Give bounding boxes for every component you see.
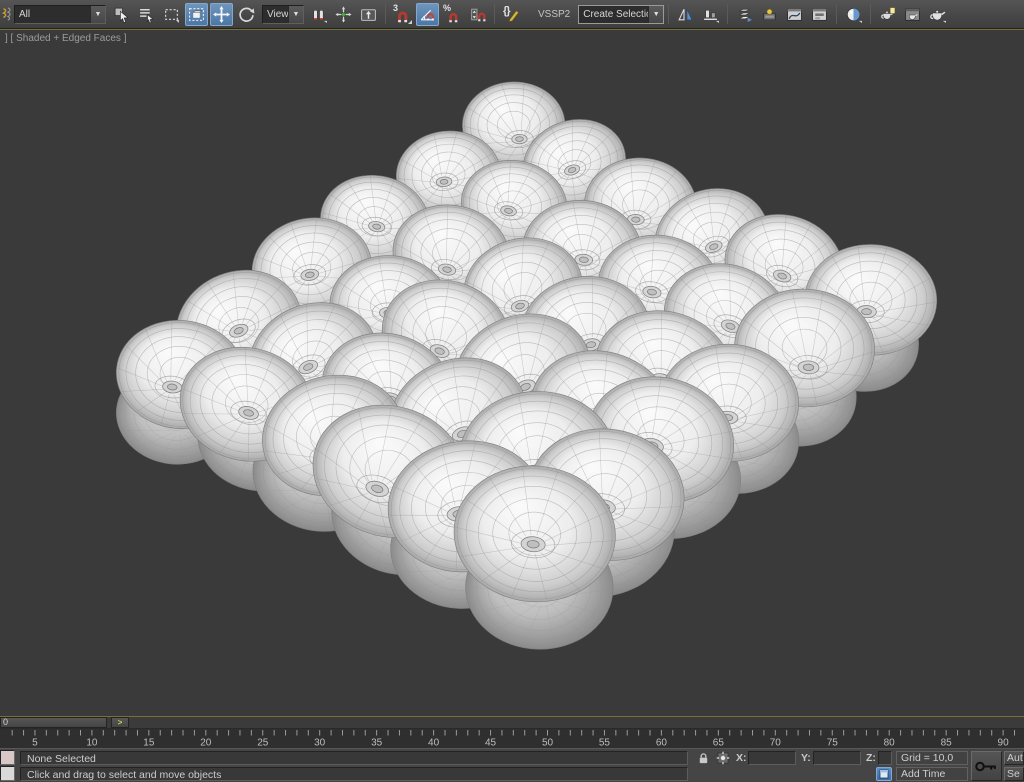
add-time-tag-button[interactable]: Add Time Tag xyxy=(896,767,968,781)
y-coordinate-label: Y: xyxy=(801,752,811,764)
schematic-view-button[interactable] xyxy=(808,3,831,26)
next-frame-button[interactable]: > xyxy=(111,717,129,728)
svg-text:50: 50 xyxy=(542,738,554,749)
svg-text:20: 20 xyxy=(200,738,212,749)
graphite-modeling-tools-button[interactable] xyxy=(758,3,781,26)
percent-label: % xyxy=(443,3,451,13)
chevron-down-icon[interactable]: ▼ xyxy=(648,6,663,23)
svg-text:30: 30 xyxy=(314,738,326,749)
maxscript-mini-listener-white[interactable] xyxy=(0,766,15,781)
viewport-canvas[interactable] xyxy=(0,30,1024,716)
named-selection-sets-value: Create Selection Se xyxy=(579,9,648,20)
layer-manager-button[interactable] xyxy=(733,3,756,26)
percent-snap-toggle[interactable]: % xyxy=(441,3,464,26)
chevron-down-icon[interactable]: ▼ xyxy=(90,6,105,23)
snap-3-label: 3 xyxy=(393,3,398,13)
bind-to-spacewarp-icon[interactable] xyxy=(0,3,14,26)
set-key-button[interactable]: Se xyxy=(1004,767,1024,781)
select-by-name-button[interactable] xyxy=(135,3,158,26)
render-production-button[interactable] xyxy=(926,3,949,26)
spinner-snap-toggle[interactable] xyxy=(466,3,489,26)
selection-lock-toggle[interactable] xyxy=(696,751,711,765)
auto-key-button[interactable]: Aut xyxy=(1004,751,1024,765)
select-object-button[interactable] xyxy=(110,3,133,26)
selection-status-line: None Selected xyxy=(20,751,688,765)
grid-setting-readout: Grid = 10,0 xyxy=(896,751,968,765)
prompt-line: Click and drag to select and move object… xyxy=(20,767,688,781)
3ds-max-window: All ▼ View ▼ xyxy=(0,0,1024,782)
y-coordinate-field[interactable] xyxy=(813,751,861,765)
svg-text:70: 70 xyxy=(770,738,782,749)
track-bar[interactable]: 5 10 15 20 25 30 35 40 45 50 55 60 65 70 75 80 85 90 xyxy=(0,729,1024,748)
time-tag-window-icon[interactable] xyxy=(876,767,892,781)
toolbar-separator xyxy=(668,4,669,24)
align-button[interactable] xyxy=(699,3,722,26)
perspective-viewport[interactable]: ] [ Shaded + Edged Faces ] xyxy=(0,29,1024,717)
selection-filter-value: All xyxy=(15,9,90,20)
svg-text:45: 45 xyxy=(485,738,497,749)
viewport-shading-label[interactable]: ] [ Shaded + Edged Faces ] xyxy=(5,33,126,44)
track-bar-ruler[interactable]: 5 10 15 20 25 30 35 40 45 50 55 60 65 70 75 80 85 90 xyxy=(0,729,1024,748)
maxscript-mini-listener-pink[interactable] xyxy=(0,750,15,765)
svg-text:55: 55 xyxy=(599,738,611,749)
svg-text:75: 75 xyxy=(827,738,839,749)
status-bar: None Selected Click and drag to select a… xyxy=(0,748,1024,782)
keyboard-shortcut-override-toggle[interactable] xyxy=(357,3,380,26)
absolute-relative-coords-toggle[interactable] xyxy=(715,751,731,765)
toolbar-separator xyxy=(727,4,728,24)
curve-editor-button[interactable] xyxy=(783,3,806,26)
svg-text:90: 90 xyxy=(998,738,1010,749)
reference-coordinate-value: View xyxy=(263,9,288,20)
named-selection-sets-dropdown[interactable]: Create Selection Se ▼ xyxy=(578,5,664,24)
toolbar-separator xyxy=(385,4,386,24)
edit-named-selection-sets-button[interactable]: {} xyxy=(500,3,523,26)
named-selection-set-label: VSSP2 xyxy=(538,9,570,20)
svg-text:85: 85 xyxy=(941,738,953,749)
material-editor-button[interactable] xyxy=(842,3,865,26)
svg-text:5: 5 xyxy=(32,738,38,749)
toolbar-separator xyxy=(836,4,837,24)
svg-text:15: 15 xyxy=(143,738,155,749)
svg-text:65: 65 xyxy=(713,738,725,749)
mirror-button[interactable] xyxy=(674,3,697,26)
svg-text:60: 60 xyxy=(656,738,668,749)
window-crossing-toggle[interactable] xyxy=(185,3,208,26)
rendered-frame-window-button[interactable] xyxy=(901,3,924,26)
x-coordinate-label: X: xyxy=(736,752,747,764)
toolbar-separator xyxy=(494,4,495,24)
select-and-rotate-button[interactable] xyxy=(235,3,258,26)
svg-text:35: 35 xyxy=(371,738,383,749)
svg-text:80: 80 xyxy=(884,738,896,749)
reference-coordinate-dropdown[interactable]: View ▼ xyxy=(262,5,304,24)
braces-label: {} xyxy=(503,5,510,17)
snaps-toggle-3d-button[interactable]: 3 xyxy=(391,3,414,26)
svg-text:10: 10 xyxy=(86,738,98,749)
use-pivot-point-center-button[interactable] xyxy=(307,3,330,26)
angle-snap-toggle[interactable] xyxy=(416,3,439,26)
main-toolbar: All ▼ View ▼ xyxy=(0,0,1024,29)
svg-text:25: 25 xyxy=(257,738,269,749)
render-setup-button[interactable] xyxy=(876,3,899,26)
chevron-down-icon[interactable]: ▼ xyxy=(288,6,303,23)
select-and-manipulate-button[interactable] xyxy=(332,3,355,26)
z-coordinate-label: Z: xyxy=(866,752,876,764)
selection-filter-dropdown[interactable]: All ▼ xyxy=(14,5,106,24)
x-coordinate-field[interactable] xyxy=(748,751,796,765)
time-slider-handle[interactable]: 0 xyxy=(0,717,107,728)
toolbar-separator xyxy=(870,4,871,24)
z-coordinate-field[interactable] xyxy=(878,751,892,765)
svg-text:40: 40 xyxy=(428,738,440,749)
select-and-move-button[interactable] xyxy=(210,3,233,26)
rectangular-selection-region-button[interactable] xyxy=(160,3,183,26)
time-slider-track[interactable]: 0 > xyxy=(0,717,1024,729)
set-keys-button[interactable] xyxy=(971,751,1002,781)
